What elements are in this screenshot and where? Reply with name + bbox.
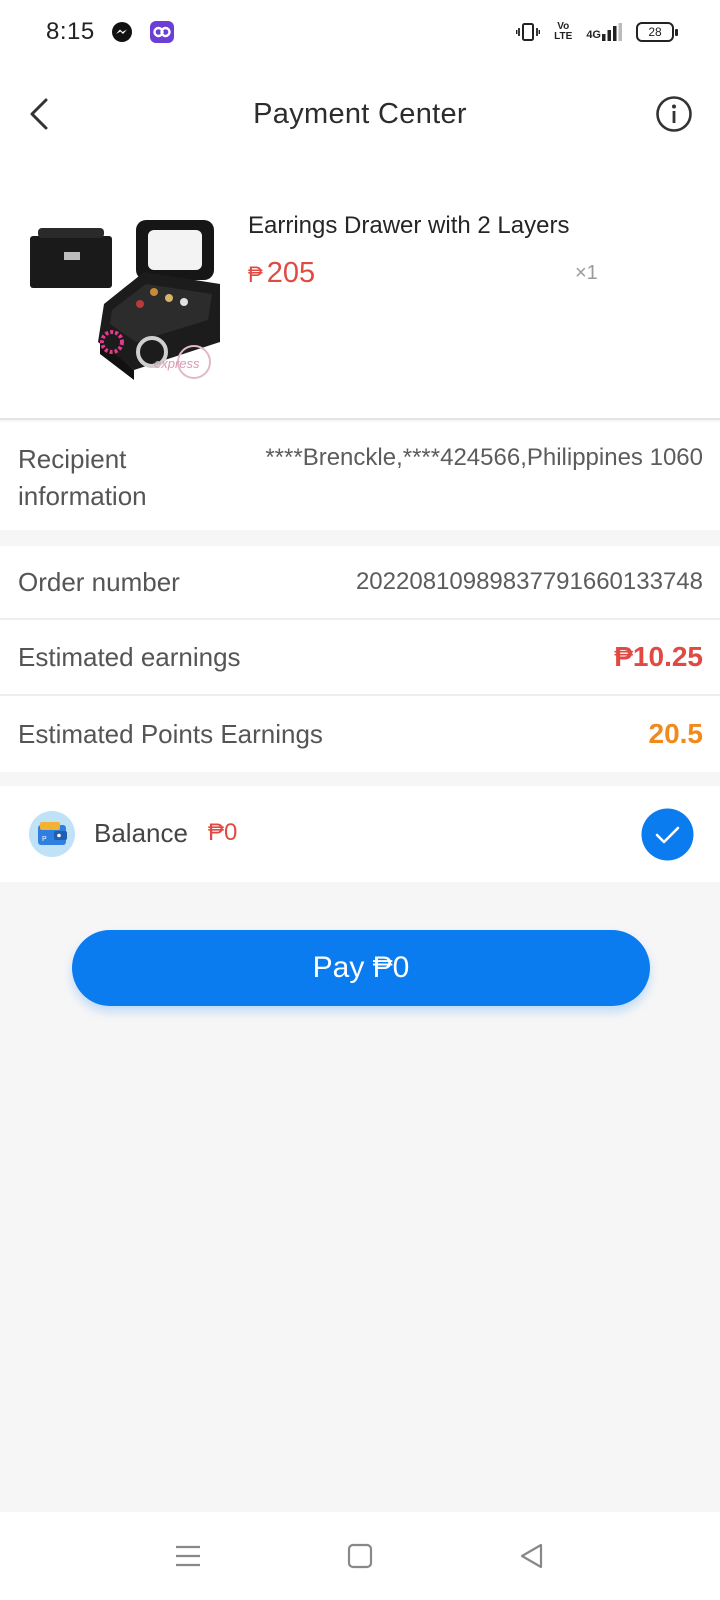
balance-amount: ₱0 (208, 819, 238, 846)
signal-icon: 4G (586, 23, 622, 41)
recipient-value: ****Brenckle,****424566,Philippines 1060 (265, 444, 703, 471)
order-number-row: Order number 2022081098983779166013374­8 (0, 546, 720, 620)
page-title: Payment Center (253, 97, 467, 130)
estimated-earnings-row: Estimated earnings ₱10.25 (0, 620, 720, 696)
product-price: ₱ 205 (248, 257, 315, 290)
status-left: 8:15 (46, 18, 175, 46)
status-bar: 8:15 Vo LTE 4G 28 (0, 0, 720, 64)
order-number-label: Order number (18, 566, 180, 597)
volte-icon: Vo LTE (554, 22, 572, 42)
home-square-icon[interactable] (344, 1540, 376, 1572)
balance-payment-option[interactable]: P Balance ₱0 (0, 786, 720, 882)
product-name: Earrings Drawer with 2 Layers (248, 212, 570, 239)
price-value: 205 (266, 257, 316, 289)
vibrate-icon (516, 22, 541, 42)
page-header: Payment Center (0, 64, 720, 164)
image-watermark: express (154, 356, 200, 371)
status-time: 8:15 (46, 18, 95, 45)
network-gen-label: 4G (586, 29, 601, 41)
recipient-row: Recipient information ****Brenckle,****4… (0, 422, 720, 530)
battery-level: 28 (648, 25, 662, 39)
product-quantity: ×1 (575, 262, 598, 284)
system-nav-bar (0, 1512, 720, 1600)
points-earnings-row: Estimated Points Earnings 20.5 (0, 696, 720, 772)
pay-button[interactable]: Pay ₱0 (72, 930, 650, 1006)
selected-check-icon[interactable] (641, 808, 694, 861)
battery-icon: 28 (636, 22, 678, 42)
status-right: Vo LTE 4G 28 (516, 22, 678, 42)
estimated-earnings-value: ₱10.25 (614, 641, 703, 672)
volte-bottom-label: LTE (554, 31, 573, 42)
recipient-label: Recipient information (18, 444, 147, 511)
info-icon[interactable] (654, 94, 694, 134)
balance-label: Balance (94, 818, 188, 848)
back-triangle-icon[interactable] (516, 1540, 548, 1572)
order-number-value: 2022081098983779166013374­8 (355, 568, 703, 595)
svg-text:P: P (42, 836, 47, 843)
estimated-earnings-label: Estimated earnings (18, 641, 241, 672)
product-card: express Earrings Drawer with 2 Layers ₱ 2… (0, 164, 720, 420)
points-earnings-label: Estimated Points Earnings (18, 718, 323, 749)
wallet-icon: P (29, 811, 75, 857)
back-arrow-icon[interactable] (22, 94, 62, 134)
app-icon (149, 20, 175, 44)
points-earnings-value: 20.5 (648, 718, 704, 749)
price-currency: ₱ (248, 262, 263, 287)
menu-icon[interactable] (172, 1540, 204, 1572)
messenger-icon (111, 21, 133, 43)
product-image: express (24, 192, 220, 388)
